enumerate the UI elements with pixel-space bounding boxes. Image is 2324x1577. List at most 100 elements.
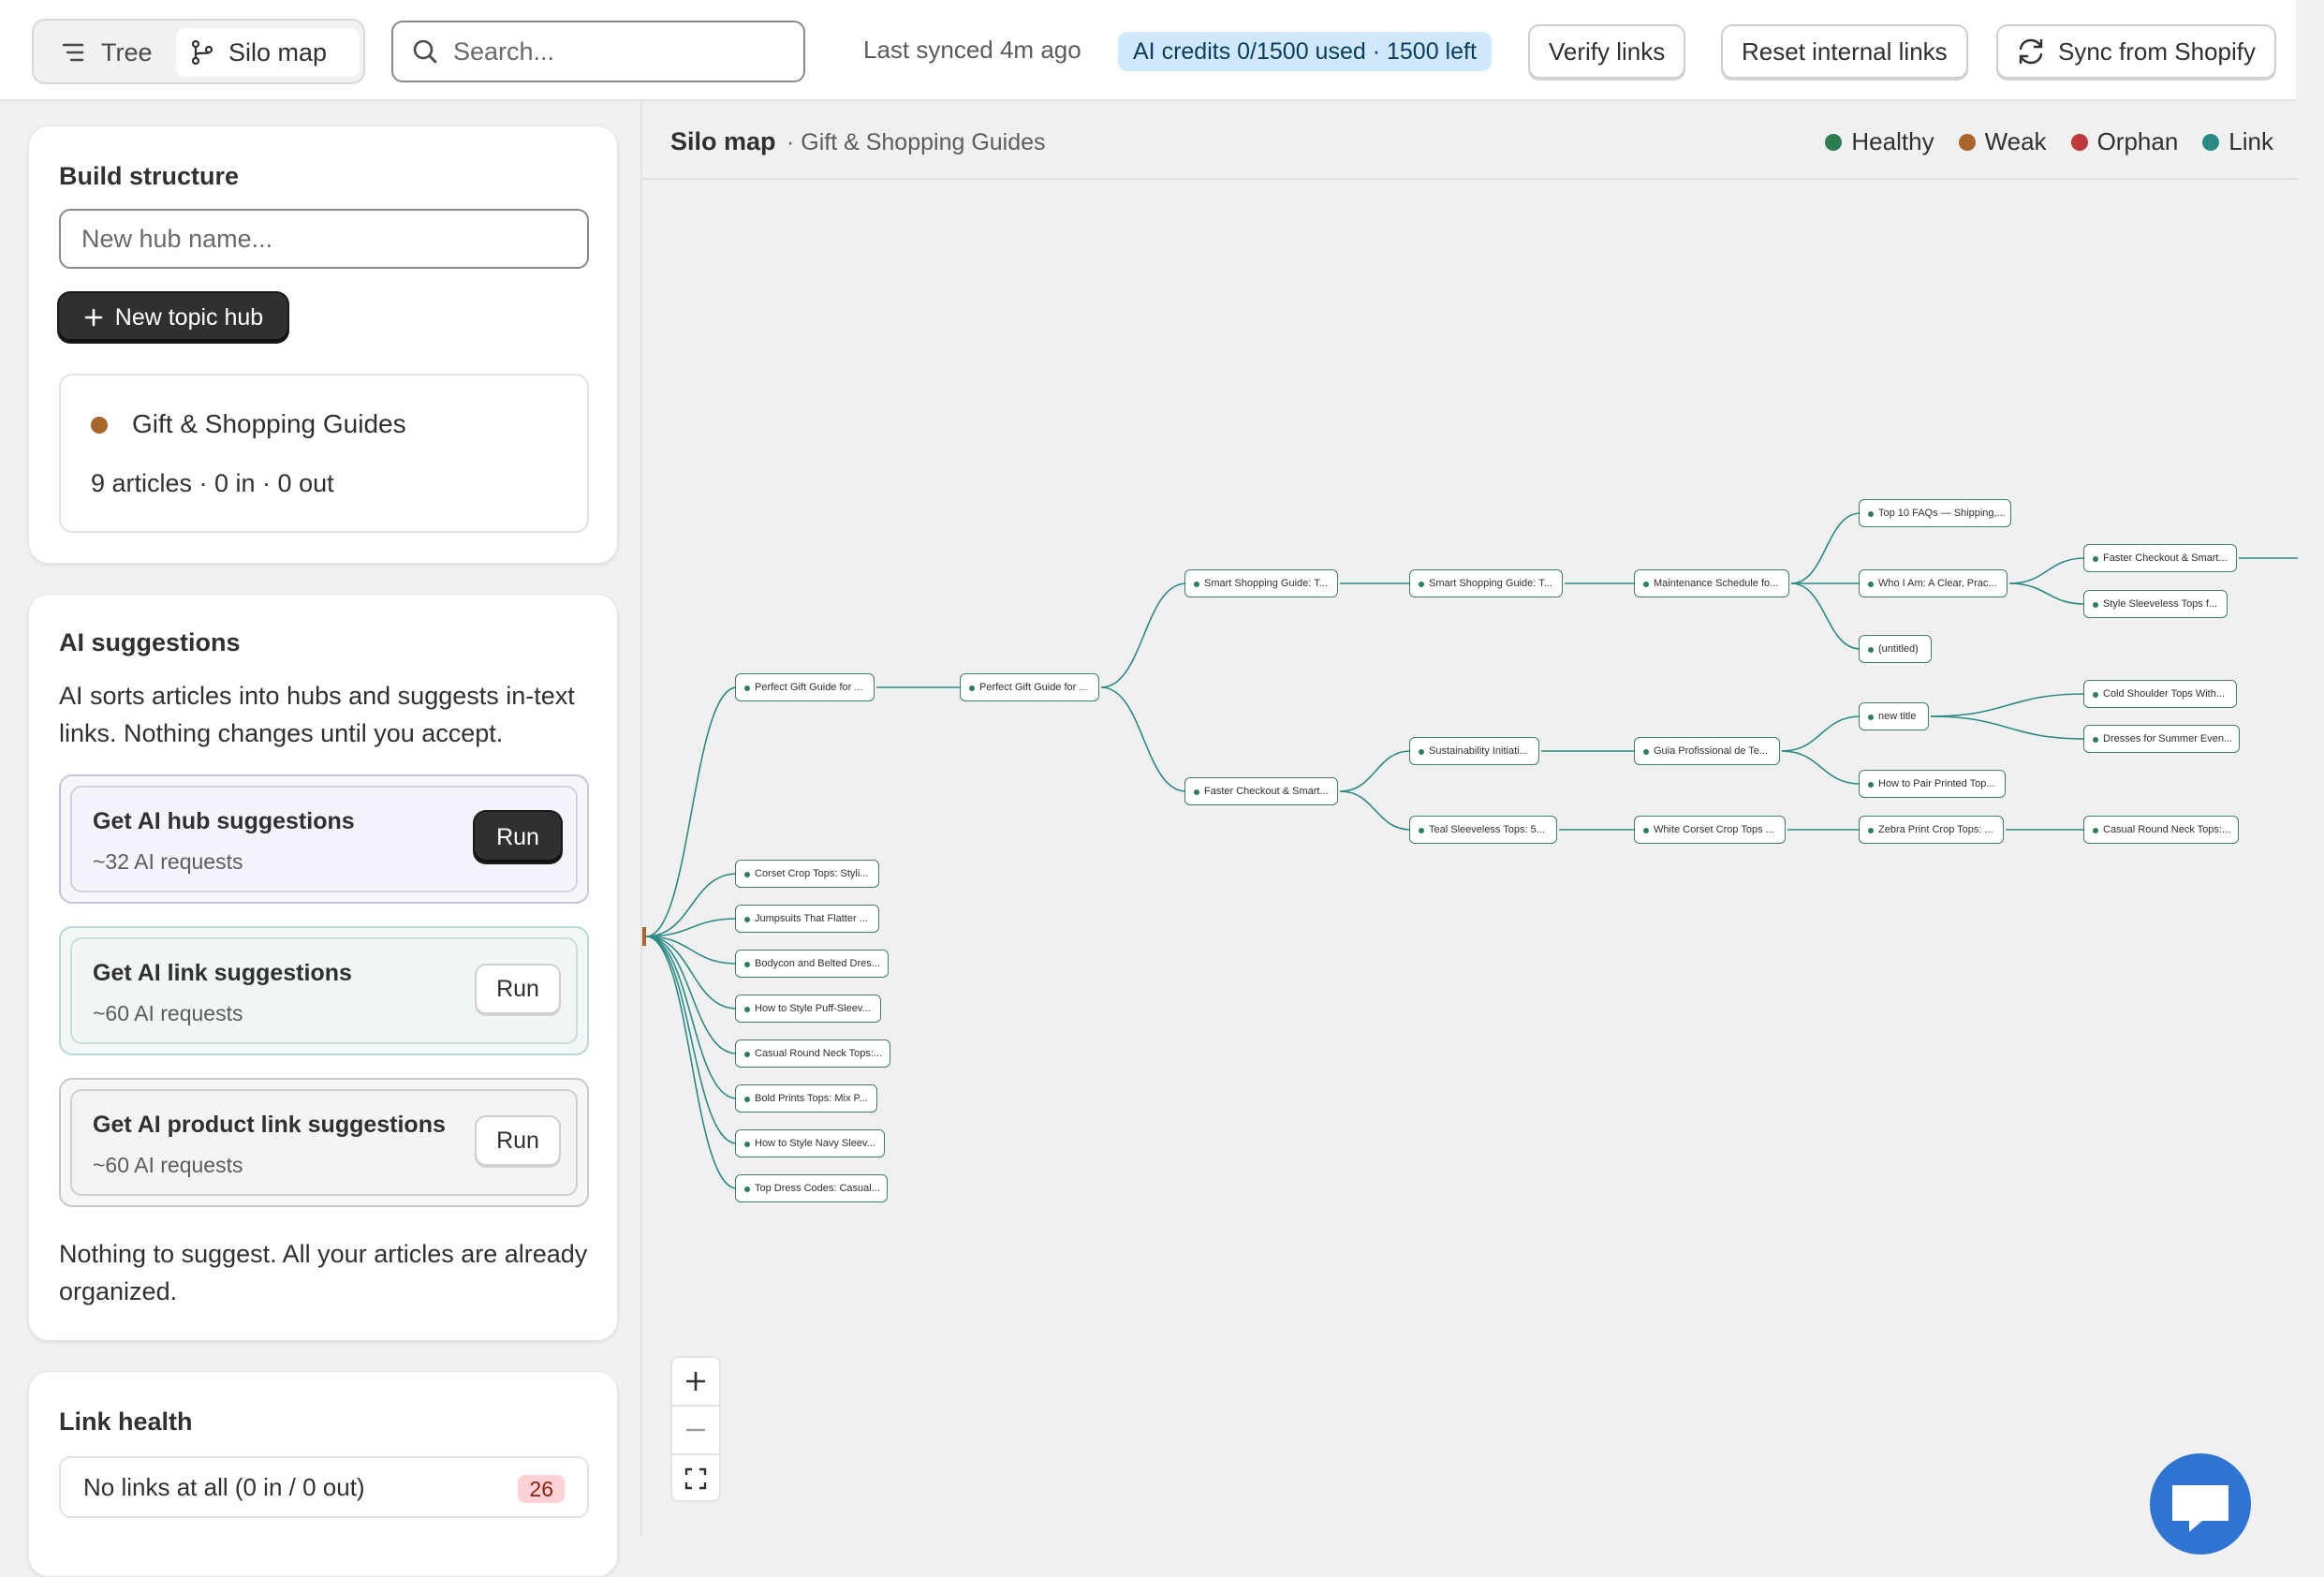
map-node[interactable]: Maintenance Schedule fo... <box>1634 569 1789 597</box>
link-connector <box>1339 790 1412 831</box>
map-node[interactable]: Top 10 FAQs — Shipping,... <box>1859 499 2011 527</box>
link-connector <box>1781 715 1861 752</box>
map-node[interactable]: Casual Round Neck Tops:... <box>735 1039 890 1068</box>
tree-view-button[interactable]: Tree <box>54 28 195 77</box>
new-topic-hub-label: New topic hub <box>114 303 264 331</box>
map-node[interactable]: Jumpsuits That Flatter ... <box>735 905 879 933</box>
no-links-count-badge: 26 <box>518 1475 565 1503</box>
hub-suggestions-title: Get AI hub suggestions <box>93 808 355 834</box>
sync-icon <box>2019 38 2043 65</box>
search-input[interactable] <box>451 36 788 67</box>
link-connector <box>645 936 738 1189</box>
new-topic-hub-button[interactable]: New topic hub <box>59 293 287 342</box>
link-connector <box>1790 582 1861 650</box>
zoom-in-button[interactable] <box>672 1358 719 1405</box>
sync-from-shopify-button[interactable]: Sync from Shopify <box>1996 24 2276 79</box>
map-node[interactable]: How to Style Puff-Sleev... <box>735 995 881 1023</box>
link-suggestions-panel: Get AI link suggestions ~60 AI requests … <box>59 926 589 1055</box>
link-connector <box>2008 582 2086 605</box>
build-structure-title: Build structure <box>59 162 240 190</box>
map-node[interactable]: Corset Crop Tops: Styli... <box>735 860 879 888</box>
branch-icon <box>191 40 213 65</box>
map-node[interactable]: Perfect Gift Guide for ... <box>735 673 875 701</box>
silo-map-panel: Silo map · Gift & Shopping Guides Health… <box>640 101 2298 1536</box>
fit-view-button[interactable] <box>672 1455 719 1502</box>
map-node[interactable]: How to Pair Printed Top... <box>1859 770 2006 798</box>
ai-credits-badge: AI credits 0/1500 used · 1500 left <box>1118 32 1492 71</box>
map-node[interactable]: Teal Sleeveless Tops: 5... <box>1409 816 1557 844</box>
hub-card-gift-shopping-guides[interactable]: Gift & Shopping Guides 9 articles · 0 in… <box>59 374 589 533</box>
map-node[interactable]: Top Dress Codes: Casual... <box>735 1174 888 1202</box>
product-link-suggestions-title: Get AI product link suggestions <box>93 1112 446 1138</box>
chat-icon <box>2172 1485 2228 1532</box>
top-bar: Tree Silo map Last synced 4m ago AI cred… <box>0 0 2296 101</box>
ai-suggestions-description: AI sorts articles into hubs and suggests… <box>59 682 575 747</box>
map-node[interactable]: Dresses for Summer Even... <box>2083 725 2240 753</box>
map-node[interactable]: Smart Shopping Guide: T... <box>1409 569 1563 597</box>
map-node[interactable]: Zebra Print Crop Tops: ... <box>1859 816 2004 844</box>
map-node[interactable]: Bodycon and Belted Dres... <box>735 950 889 978</box>
map-node[interactable]: Smart Shopping Guide: T... <box>1184 569 1338 597</box>
product-link-suggestions-inner: Get AI product link suggestions ~60 AI r… <box>70 1089 578 1196</box>
minus-icon <box>686 1428 705 1432</box>
map-node[interactable]: new title <box>1859 702 1929 730</box>
map-node[interactable]: Bold Prints Tops: Mix P... <box>735 1084 877 1113</box>
verify-links-label: Verify links <box>1549 37 1666 66</box>
map-node[interactable]: Perfect Gift Guide for ... <box>960 673 1099 701</box>
product-link-suggestions-panel: Get AI product link suggestions ~60 AI r… <box>59 1078 589 1207</box>
zoom-out-button[interactable] <box>672 1407 719 1453</box>
search-box <box>391 21 805 82</box>
map-node[interactable]: (untitled) <box>1859 635 1932 663</box>
map-node[interactable]: Sustainability Initiati... <box>1409 737 1539 765</box>
link-connector <box>1781 750 1861 785</box>
run-link-suggestions-button[interactable]: Run <box>475 964 561 1014</box>
root-hub-marker <box>642 927 646 946</box>
link-connector <box>1100 686 1187 792</box>
link-suggestions-requests: ~60 AI requests <box>93 1001 243 1025</box>
view-toggle: Tree Silo map <box>32 19 365 84</box>
map-node[interactable]: Faster Checkout & Smart... <box>2083 544 2237 572</box>
chat-launcher-button[interactable] <box>2150 1453 2251 1555</box>
map-node[interactable]: Cold Shoulder Tops With... <box>2083 680 2237 708</box>
map-node[interactable]: Guia Profissional de Te... <box>1634 737 1780 765</box>
hub-suggestions-inner: Get AI hub suggestions ~32 AI requests R… <box>70 786 578 892</box>
link-health-title: Link health <box>59 1408 193 1436</box>
new-hub-name-input[interactable] <box>59 209 589 269</box>
link-suggestions-title: Get AI link suggestions <box>93 960 352 986</box>
map-node[interactable]: Who I Am: A Clear, Prac... <box>1859 569 2008 597</box>
map-node[interactable]: Casual Round Neck Tops:... <box>2083 816 2239 844</box>
run-product-link-suggestions-button[interactable]: Run <box>475 1115 561 1166</box>
silo-map-view-label: Silo map <box>228 37 328 66</box>
map-node[interactable]: White Corset Crop Tops ... <box>1634 816 1786 844</box>
no-links-row[interactable]: No links at all (0 in / 0 out) 26 <box>59 1456 589 1518</box>
run-hub-suggestions-button[interactable]: Run <box>475 812 561 862</box>
link-health-card: Link health No links at all (0 in / 0 ou… <box>28 1371 618 1577</box>
link-connector <box>1100 582 1187 688</box>
link-connector <box>1930 693 2086 717</box>
list-icon <box>62 43 84 62</box>
tree-view-label: Tree <box>101 37 153 66</box>
hub-status-dot <box>91 417 108 434</box>
ai-suggestions-card: AI suggestions AI sorts articles into hu… <box>28 594 618 1341</box>
verify-links-button[interactable]: Verify links <box>1528 24 1686 79</box>
ai-suggestions-title: AI suggestions <box>59 628 241 656</box>
hub-suggestions-panel: Get AI hub suggestions ~32 AI requests R… <box>59 774 589 904</box>
reset-internal-links-label: Reset internal links <box>1742 37 1948 66</box>
reset-internal-links-button[interactable]: Reset internal links <box>1721 24 1968 79</box>
sync-from-shopify-label: Sync from Shopify <box>2058 37 2256 66</box>
map-node[interactable]: How to Style Navy Sleev... <box>735 1129 885 1157</box>
search-icon <box>413 39 437 64</box>
link-connector <box>645 936 738 1144</box>
plus-icon <box>686 1372 705 1391</box>
map-node[interactable]: Faster Checkout & Smart... <box>1184 777 1338 805</box>
link-connector <box>645 686 738 937</box>
hub-suggestions-requests: ~32 AI requests <box>93 849 243 874</box>
link-connector <box>1790 512 1861 584</box>
fullscreen-icon <box>684 1467 707 1490</box>
link-suggestions-inner: Get AI link suggestions ~60 AI requests … <box>70 937 578 1044</box>
link-connector <box>645 936 738 1054</box>
silo-map-view-button[interactable]: Silo map <box>176 28 360 77</box>
hub-name: Gift & Shopping Guides <box>132 409 406 438</box>
zoom-controls <box>670 1356 721 1502</box>
map-node[interactable]: Style Sleeveless Tops f... <box>2083 590 2228 618</box>
